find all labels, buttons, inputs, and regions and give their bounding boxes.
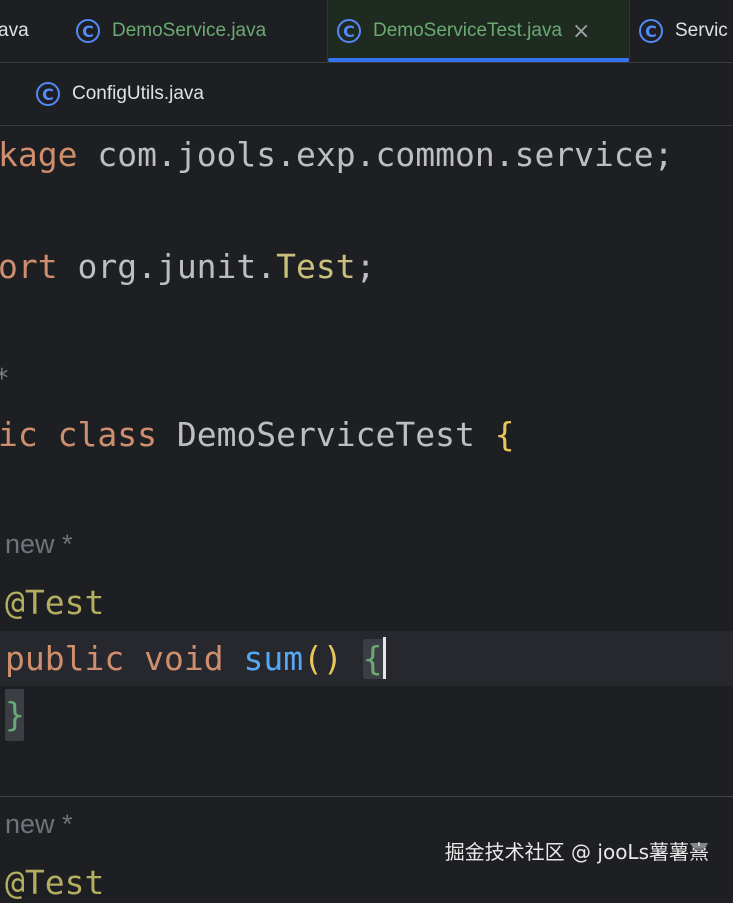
import-type: Test [276, 247, 356, 286]
annotation: @Test [5, 863, 105, 902]
code-line-package: kage com.jools.exp.common.service; [0, 135, 674, 175]
tab-demoservicetest[interactable]: C DemoServiceTest.java × [327, 0, 630, 62]
code-line-class: ic class DemoServiceTest { [0, 415, 515, 455]
import-package: org.junit. [57, 247, 277, 286]
tab-label: DemoServiceTest.java [373, 20, 563, 41]
brace: { [362, 639, 383, 678]
class-name: DemoServiceTest [156, 415, 495, 454]
tab-demoservice[interactable]: C DemoService.java [76, 0, 266, 62]
class-icon: C [639, 19, 663, 43]
tab-label: ava [0, 20, 29, 41]
keyword: void [144, 639, 224, 678]
method-separator [0, 796, 733, 797]
brace: { [494, 415, 515, 454]
code-line-annotation: @Test [5, 863, 104, 903]
semicolon: ; [355, 247, 376, 286]
keyword: public [5, 639, 125, 678]
parentheses: () [303, 639, 343, 678]
keyword: class [57, 415, 157, 454]
tab-partial-right[interactable]: C Servic [639, 0, 728, 62]
watermark: 掘金技术社区 @ jooLs薯薯熹 [444, 840, 709, 864]
tab-label: ConfigUtils.java [72, 83, 204, 104]
tab-label: Servic [675, 20, 728, 41]
keyword: ort [0, 247, 58, 286]
class-icon: C [76, 19, 100, 43]
keyword: kage [0, 135, 78, 174]
code-line-close-brace: } [5, 695, 25, 735]
method-name: sum [243, 639, 304, 678]
package-name: com.jools.exp.common.service; [77, 135, 674, 174]
author-inlay-hint[interactable]: new * [5, 529, 73, 560]
author-inlay-hint[interactable]: new * [5, 809, 73, 840]
code-editor[interactable]: kage com.jools.exp.common.service; ort o… [0, 127, 733, 902]
class-icon: C [36, 82, 60, 106]
annotation: @Test [5, 583, 105, 622]
code-line-import: ort org.junit.Test; [0, 247, 376, 287]
tab-partial-left[interactable]: ava [0, 0, 29, 62]
tab-configutils[interactable]: C ConfigUtils.java [36, 63, 204, 125]
editor-tab-bar-row2: C ConfigUtils.java [0, 63, 733, 126]
text-caret [383, 637, 386, 679]
code-line-annotation: @Test [5, 583, 104, 623]
code-line-comment: * [0, 359, 10, 399]
keyword: ic [0, 415, 38, 454]
tab-label: DemoService.java [112, 20, 267, 41]
class-icon: C [337, 19, 361, 43]
brace: } [5, 695, 25, 734]
code-line-method: public void sum() { [5, 639, 383, 679]
close-tab-icon[interactable]: × [572, 19, 590, 44]
editor-tab-bar: ava C DemoService.java C DemoServiceTest… [0, 0, 733, 63]
